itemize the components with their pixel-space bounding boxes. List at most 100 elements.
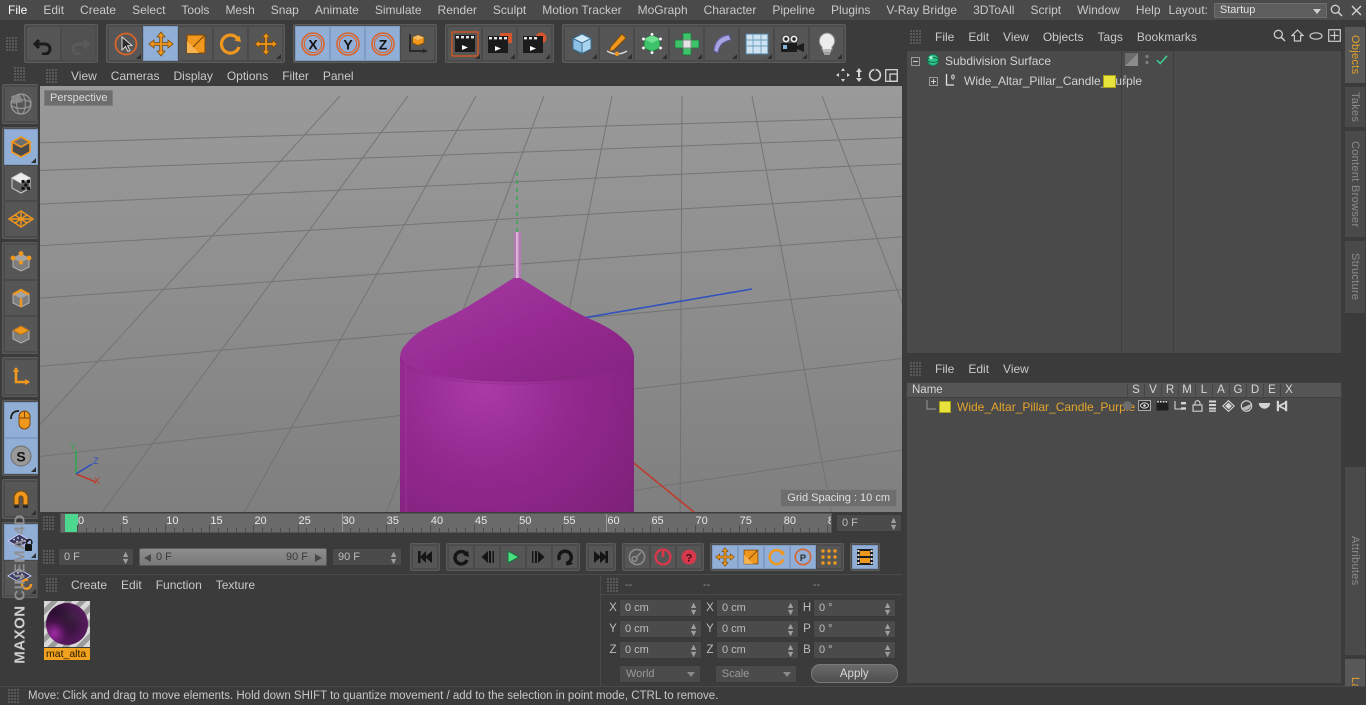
material-menu-texture[interactable]: Texture: [209, 575, 262, 595]
dynamic-place-tool-button[interactable]: [248, 26, 283, 61]
menu-item-simulate[interactable]: Simulate: [367, 0, 430, 21]
environment-button[interactable]: [739, 26, 774, 61]
menu-item-sculpt[interactable]: Sculpt: [485, 0, 534, 21]
leftbar-grip[interactable]: [14, 67, 26, 81]
coordinate-system-dropdown[interactable]: World: [619, 664, 701, 683]
add-camera-button[interactable]: [774, 26, 809, 61]
solo-dot-icon[interactable]: [1122, 400, 1133, 414]
record-rotation-button[interactable]: [764, 545, 790, 569]
autokey-button[interactable]: [624, 545, 650, 569]
object-row-candle[interactable]: 0 Wide_Altar_Pillar_Candle_Purple: [907, 71, 1341, 91]
layer-column-d[interactable]: D: [1246, 384, 1263, 396]
apply-button[interactable]: Apply: [810, 664, 898, 683]
object-menu-tags[interactable]: Tags: [1091, 26, 1130, 48]
viewport-menu-view[interactable]: View: [64, 66, 104, 86]
menu-item-render[interactable]: Render: [430, 0, 485, 21]
material-swatch[interactable]: mat_alta: [44, 601, 90, 660]
play-button[interactable]: [500, 545, 526, 569]
render-icon[interactable]: [1156, 400, 1169, 414]
expression-icon[interactable]: [1258, 400, 1271, 414]
range-left-arrow-icon[interactable]: [144, 554, 151, 562]
vertical-tab-objects[interactable]: Objects: [1344, 26, 1366, 84]
search-icon[interactable]: [1327, 1, 1346, 19]
spinner-icon[interactable]: ▲ ▼: [786, 622, 795, 638]
model-mode-button[interactable]: [4, 129, 38, 165]
vertical-tab-structure[interactable]: Structure: [1344, 240, 1366, 314]
add-cube-button[interactable]: [564, 26, 599, 61]
layer-column-l[interactable]: L: [1195, 384, 1212, 396]
bend-deformer-button[interactable]: [704, 26, 739, 61]
vertical-tab-takes[interactable]: Takes: [1344, 86, 1366, 128]
add-spline-button[interactable]: [599, 26, 634, 61]
redo-button[interactable]: [61, 26, 96, 61]
object-row-subdivision-surface[interactable]: Subdivision Surface: [907, 51, 1341, 71]
render-settings-button[interactable]: [517, 26, 552, 61]
next-frame-button[interactable]: [526, 545, 552, 569]
size-field-y[interactable]: 0 cm ▲ ▼: [716, 620, 799, 638]
spinner-icon[interactable]: ▲ ▼: [883, 622, 892, 638]
layer-column-a[interactable]: A: [1212, 384, 1229, 396]
layer-list[interactable]: Wide_Altar_Pillar_Candle_Purple: [906, 398, 1342, 684]
viewport-menu-cameras[interactable]: Cameras: [104, 66, 167, 86]
object-menu-view[interactable]: View: [996, 26, 1036, 48]
view-icon[interactable]: [1138, 400, 1151, 414]
material-menu-edit[interactable]: Edit: [114, 575, 149, 595]
spinner-icon[interactable]: ▲ ▼: [689, 601, 698, 617]
enable-deformers-button[interactable]: [4, 402, 38, 438]
timeline-mode-button[interactable]: [852, 545, 878, 569]
spinner-icon[interactable]: ▲ ▼: [786, 643, 795, 659]
record-active-objects-button[interactable]: [650, 545, 676, 569]
layer-column-e[interactable]: E: [1263, 384, 1280, 396]
toolbar-grip[interactable]: [6, 36, 18, 51]
layer-column-m[interactable]: M: [1178, 384, 1195, 396]
spinner-icon[interactable]: ▲ ▼: [689, 643, 698, 659]
deformer-icon[interactable]: [1240, 399, 1253, 415]
object-manager-grip[interactable]: [910, 30, 922, 44]
rotation-field-h[interactable]: 0 ° ▲ ▼: [813, 599, 896, 617]
viewport-menu-options[interactable]: Options: [220, 66, 275, 86]
viewport-menu-display[interactable]: Display: [166, 66, 219, 86]
material-menu-create[interactable]: Create: [64, 575, 114, 595]
material-grip[interactable]: [46, 578, 58, 592]
menu-item-script[interactable]: Script: [1022, 0, 1069, 21]
layer-column-g[interactable]: G: [1229, 384, 1246, 396]
menu-item-motion-tracker[interactable]: Motion Tracker: [534, 0, 629, 21]
make-editable-button[interactable]: [4, 86, 38, 122]
keyframe-selection-button[interactable]: ?: [676, 545, 702, 569]
magnet-button[interactable]: [4, 481, 38, 517]
render-region-button[interactable]: [482, 26, 517, 61]
layer-color-swatch[interactable]: [939, 401, 951, 413]
polygons-mode-button[interactable]: [4, 316, 38, 352]
spinner-icon[interactable]: ▲ ▼: [786, 601, 795, 617]
rotation-field-p[interactable]: 0 ° ▲ ▼: [813, 620, 896, 638]
menu-item-plugins[interactable]: Plugins: [823, 0, 878, 21]
viewport-menu-filter[interactable]: Filter: [275, 66, 316, 86]
timeline-frame-field[interactable]: 0 F ▲ ▼: [836, 514, 902, 532]
layout-dropdown[interactable]: Startup: [1213, 2, 1328, 18]
menu-item-snap[interactable]: Snap: [263, 0, 307, 21]
object-menu-file[interactable]: File: [928, 26, 961, 48]
layer-menu-edit[interactable]: Edit: [961, 358, 996, 380]
spinner-icon[interactable]: ▲ ▼: [889, 516, 898, 532]
transport-grip[interactable]: [43, 550, 55, 564]
edges-mode-button[interactable]: [4, 280, 38, 316]
coordinate-mode-dropdown[interactable]: Scale: [714, 664, 797, 683]
move-tool-button[interactable]: [143, 26, 178, 61]
viewport-grip[interactable]: [46, 69, 58, 83]
workplane-button[interactable]: [4, 201, 38, 237]
render-view-button[interactable]: [447, 26, 482, 61]
play-backwards-loop-button[interactable]: [448, 545, 474, 569]
manager-icon[interactable]: [1174, 400, 1187, 414]
menu-item-3dtoall[interactable]: 3DToAll: [965, 0, 1022, 21]
object-menu-objects[interactable]: Objects: [1036, 26, 1091, 48]
home-icon[interactable]: [1290, 29, 1305, 45]
menu-item-edit[interactable]: Edit: [35, 0, 72, 21]
menu-item-mograph[interactable]: MoGraph: [630, 0, 696, 21]
play-forward-loop-button[interactable]: [552, 545, 578, 569]
live-selection-button[interactable]: [108, 26, 143, 61]
maximize-icon[interactable]: [885, 68, 898, 85]
layer-manager-grip[interactable]: [910, 362, 922, 376]
object-menu-bookmarks[interactable]: Bookmarks: [1130, 26, 1204, 48]
undo-button[interactable]: [26, 26, 61, 61]
ellipse-icon[interactable]: [1309, 30, 1323, 44]
